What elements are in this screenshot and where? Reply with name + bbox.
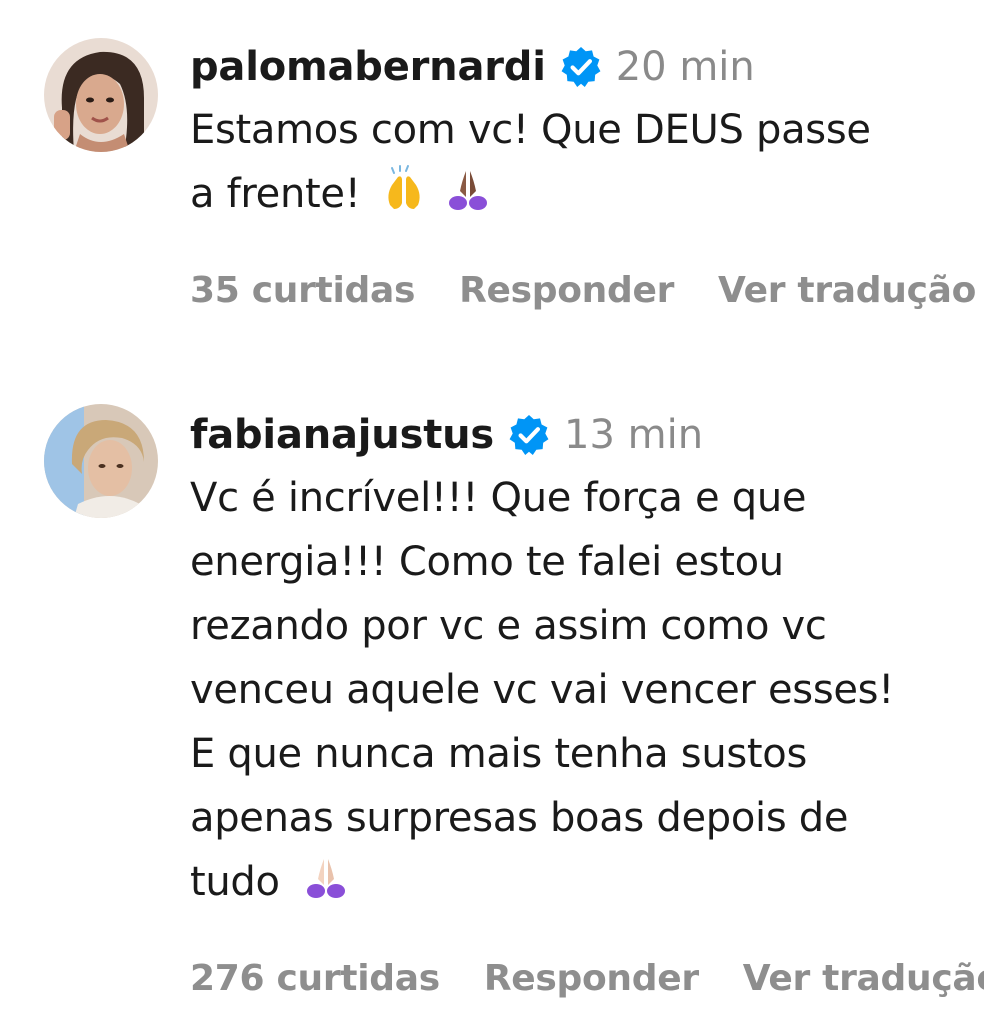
comment-line: tudo <box>190 850 970 914</box>
comment-actions: 35 curtidas Responder Ver tradução <box>190 270 976 311</box>
comment-line: apenas surpresas boas depois de <box>190 795 849 841</box>
comment-line: Estamos com vc! Que DEUS passe <box>190 107 871 153</box>
comment-actions: 276 curtidas Responder Ver tradução <box>190 958 984 999</box>
pray-hands-light-icon <box>306 859 345 898</box>
avatar[interactable] <box>44 404 158 518</box>
username[interactable]: palomabernardi <box>190 44 546 90</box>
pray-hands-brown-icon <box>449 171 488 210</box>
comment-line-text: a frente! <box>190 171 361 217</box>
reply-button[interactable]: Responder <box>484 958 699 999</box>
translate-link[interactable]: Ver tradução <box>743 958 984 999</box>
translate-link[interactable]: Ver tradução <box>718 270 976 311</box>
comment-line: Vc é incrível!!! Que força e que <box>190 475 807 521</box>
comment-line-text: tudo <box>190 859 280 905</box>
comment-line: venceu aquele vc vai vencer esses! <box>190 667 894 713</box>
pray-hands-yellow-icon <box>388 165 421 209</box>
comment-line: a frente! <box>190 162 970 226</box>
likes-count-link[interactable]: 276 curtidas <box>190 958 440 999</box>
verified-badge-icon <box>509 415 549 455</box>
avatar[interactable] <box>44 38 158 152</box>
comment-text: Estamos com vc! Que DEUS passe a frente! <box>190 98 970 226</box>
reply-button[interactable]: Responder <box>459 270 674 311</box>
comment-time: 13 min <box>564 412 704 458</box>
comment-content: fabianajustus 13 min Vc é incrível!!! Qu… <box>190 404 984 999</box>
comment-line: rezando por vc e assim como vc <box>190 603 827 649</box>
comment-content: palomabernardi 20 min Estamos com vc! Qu… <box>190 36 976 311</box>
comment-header: fabianajustus 13 min <box>190 404 970 466</box>
comment-header: palomabernardi 20 min <box>190 36 970 98</box>
username[interactable]: fabianajustus <box>190 412 494 458</box>
comment-line: energia!!! Como te falei estou <box>190 539 784 585</box>
comment-line: E que nunca mais tenha sustos <box>190 731 808 777</box>
comment-text: Vc é incrível!!! Que força e que energia… <box>190 466 970 914</box>
comment-time: 20 min <box>615 44 755 90</box>
verified-badge-icon <box>561 47 601 87</box>
likes-count-link[interactable]: 35 curtidas <box>190 270 415 311</box>
